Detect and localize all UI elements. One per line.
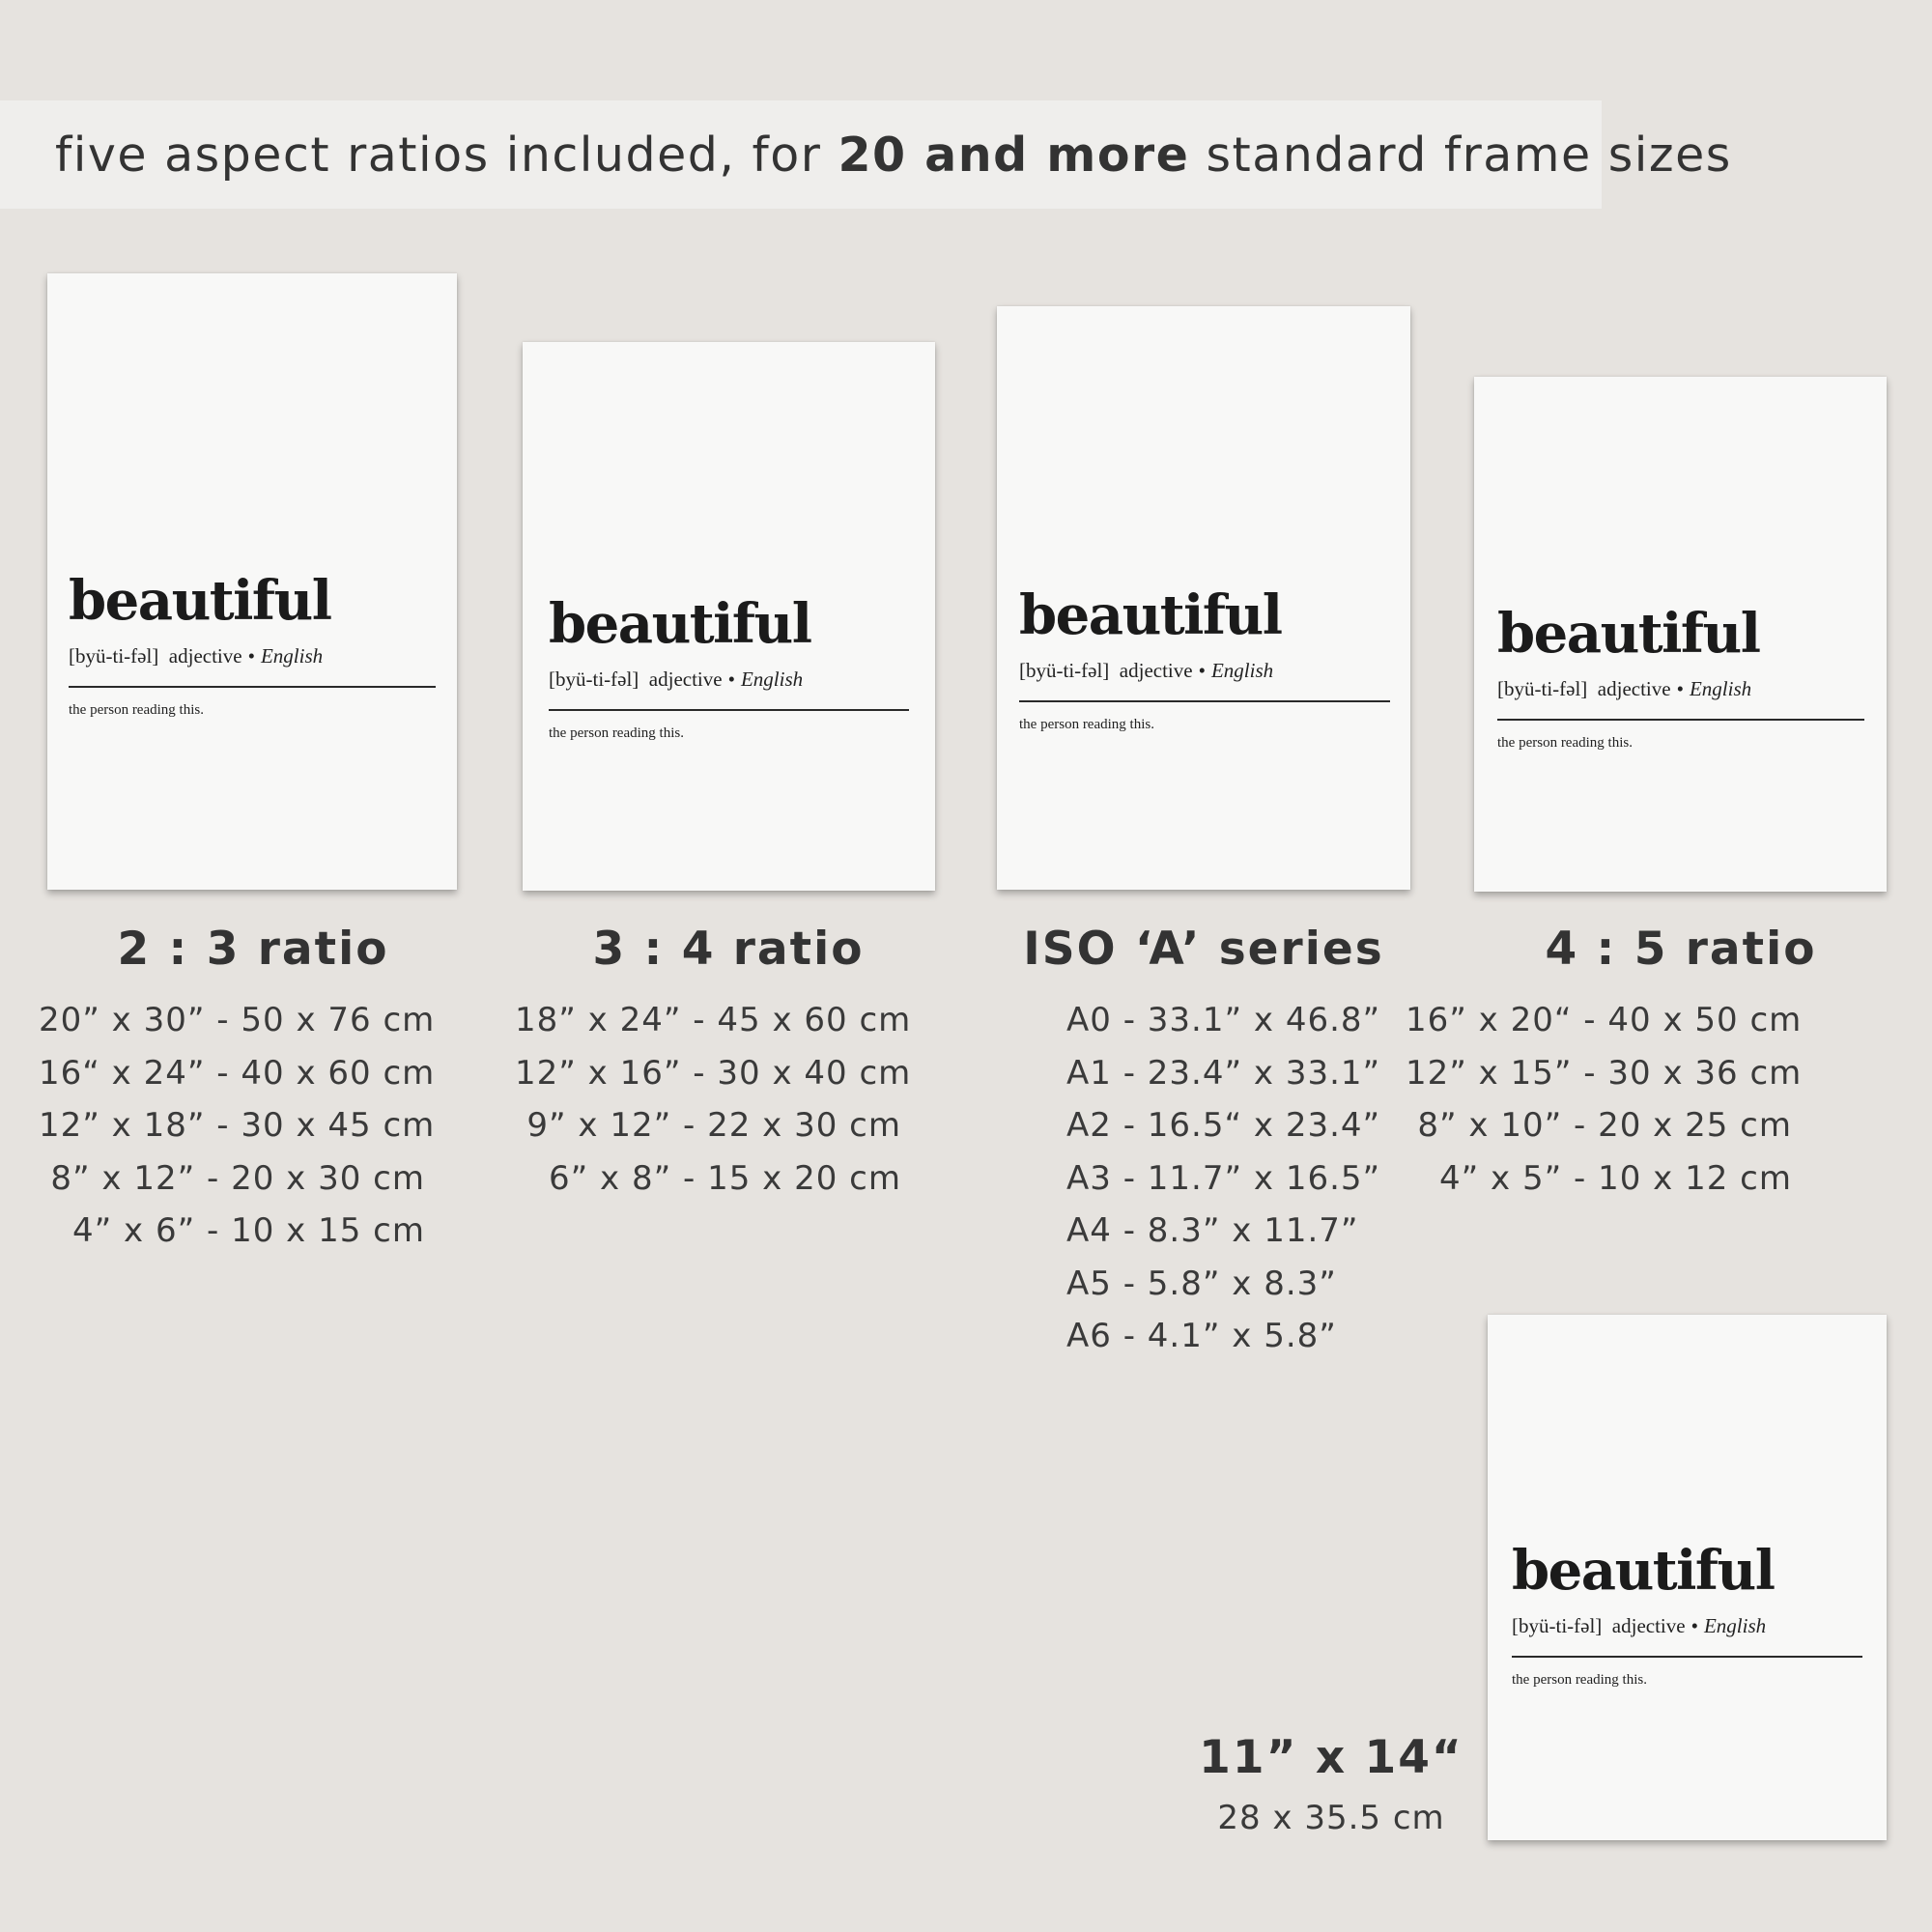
print-word: beautiful [1497, 602, 1761, 666]
print-pronunciation-line: [byü-ti-fəl] adjective • English [1497, 677, 1751, 701]
size-item: 12” x 15” - 30 x 36 cm [1406, 1053, 1803, 1093]
print-word: beautiful [549, 592, 812, 656]
print-card-3-4: beautiful [byü-ti-fəl] adjective • English… [523, 342, 935, 891]
banner-prefix: five aspect ratios included, for [55, 128, 838, 183]
print-language: English [740, 668, 804, 691]
print-part-of-speech: adjective [1611, 1614, 1686, 1637]
print-card-2-3: beautiful [byü-ti-fəl] adjective • English… [47, 273, 457, 890]
print-word: beautiful [1512, 1539, 1776, 1603]
print-pronunciation-line: [byü-ti-fəl] adjective • English [1512, 1614, 1766, 1638]
print-language: English [1703, 1614, 1767, 1637]
print-separator: • [1198, 659, 1206, 682]
size-item: 8” x 12” - 20 x 30 cm [50, 1158, 425, 1198]
size-item: 12” x 16” - 30 x 40 cm [515, 1053, 912, 1093]
size-item: 16“ x 24” - 40 x 60 cm [39, 1053, 436, 1093]
print-rule [549, 709, 909, 711]
print-pronunciation: [byü-ti-fəl] [549, 668, 639, 691]
size-item: 9” x 12” - 22 x 30 cm [526, 1106, 901, 1145]
print-rule [1512, 1656, 1862, 1658]
print-rule [69, 686, 436, 688]
print-part-of-speech: adjective [1597, 677, 1671, 700]
print-pronunciation: [byü-ti-fəl] [69, 644, 159, 668]
print-part-of-speech: adjective [648, 668, 723, 691]
print-word: beautiful [69, 569, 332, 633]
print-rule [1497, 719, 1864, 721]
size-list-11x14: 28 x 35.5 cm [1138, 1792, 1524, 1845]
size-list-3-4: 18” x 24” - 45 x 60 cm 12” x 16” - 30 x … [515, 994, 912, 1205]
print-part-of-speech: adjective [1119, 659, 1193, 682]
size-item: A3 - 11.7” x 16.5” [1066, 1158, 1381, 1198]
size-item: 12” x 18” - 30 x 45 cm [39, 1106, 436, 1145]
print-definition: the person reading this. [69, 702, 204, 718]
size-item: 4” x 5” - 10 x 12 cm [1439, 1158, 1792, 1198]
group-title-11x14: 11” x 14“ [1199, 1731, 1463, 1784]
print-pronunciation: [byü-ti-fəl] [1512, 1614, 1603, 1637]
print-pronunciation: [byü-ti-fəl] [1019, 659, 1110, 682]
banner-suffix: standard frame sizes [1189, 128, 1732, 183]
print-pronunciation: [byü-ti-fəl] [1497, 677, 1588, 700]
print-rule [1019, 700, 1390, 702]
size-item: 20” x 30” - 50 x 76 cm [39, 1001, 436, 1039]
group-title-2-3: 2 : 3 ratio [117, 923, 389, 976]
print-definition: the person reading this. [1019, 717, 1154, 732]
size-item: A4 - 8.3” x 11.7” [1066, 1211, 1359, 1250]
print-part-of-speech: adjective [168, 644, 242, 668]
group-title-3-4: 3 : 4 ratio [592, 923, 865, 976]
size-item: A6 - 4.1” x 5.8” [1066, 1317, 1337, 1355]
print-pronunciation-line: [byü-ti-fəl] adjective • English [1019, 659, 1273, 683]
size-item: 4” x 6” - 10 x 15 cm [72, 1211, 425, 1250]
size-list-iso-a: A0 - 33.1” x 46.8” A1 - 23.4” x 33.1” A2… [1066, 994, 1453, 1363]
group-title-4-5: 4 : 5 ratio [1545, 923, 1817, 976]
size-item: 18” x 24” - 45 x 60 cm [515, 1001, 912, 1039]
print-definition: the person reading this. [1497, 735, 1633, 751]
size-item: 6” x 8” - 15 x 20 cm [549, 1158, 901, 1198]
size-item: A1 - 23.4” x 33.1” [1066, 1053, 1381, 1093]
print-separator: • [727, 668, 735, 691]
size-item: 28 x 35.5 cm [1217, 1799, 1445, 1837]
group-title-iso-a: ISO ‘A’ series [1023, 923, 1384, 976]
print-pronunciation-line: [byü-ti-fəl] adjective • English [549, 668, 803, 692]
banner-highlight: 20 and more [838, 128, 1190, 183]
print-definition: the person reading this. [549, 725, 684, 741]
size-list-4-5: 16” x 20“ - 40 x 50 cm 12” x 15” - 30 x … [1406, 994, 1803, 1205]
print-language: English [1689, 677, 1752, 700]
print-language: English [1210, 659, 1274, 682]
print-separator: • [1690, 1614, 1698, 1637]
banner-text: five aspect ratios included, for 20 and … [55, 128, 1732, 183]
print-word: beautiful [1019, 583, 1283, 647]
print-separator: • [1676, 677, 1684, 700]
header-banner: five aspect ratios included, for 20 and … [0, 100, 1730, 209]
size-item: A0 - 33.1” x 46.8” [1066, 1001, 1381, 1039]
print-definition: the person reading this. [1512, 1672, 1647, 1688]
size-item: A5 - 5.8” x 8.3” [1066, 1264, 1337, 1303]
size-item: A2 - 16.5“ x 23.4” [1066, 1106, 1381, 1145]
print-pronunciation-line: [byü-ti-fəl] adjective • English [69, 644, 323, 668]
print-card-iso-a: beautiful [byü-ti-fəl] adjective • English… [997, 306, 1410, 890]
size-item: 16” x 20“ - 40 x 50 cm [1406, 1001, 1803, 1039]
size-item: 8” x 10” - 20 x 25 cm [1417, 1106, 1792, 1145]
size-list-2-3: 20” x 30” - 50 x 76 cm 16“ x 24” - 40 x … [39, 994, 436, 1258]
print-card-11x14: beautiful [byü-ti-fəl] adjective • English… [1488, 1315, 1887, 1840]
print-language: English [260, 644, 324, 668]
print-separator: • [247, 644, 255, 668]
print-card-4-5: beautiful [byü-ti-fəl] adjective • English… [1474, 377, 1887, 892]
